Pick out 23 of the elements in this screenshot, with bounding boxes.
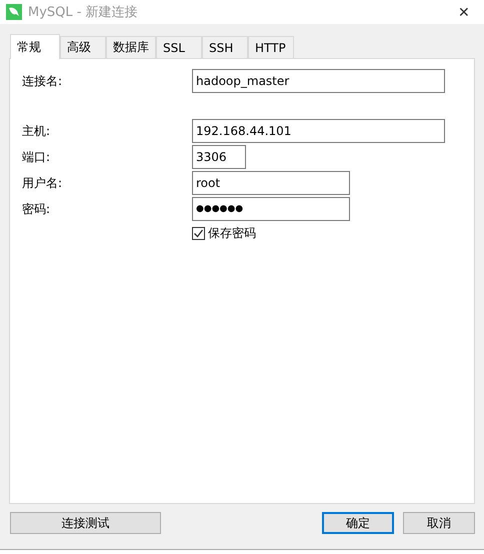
checkbox[interactable] [192, 227, 205, 240]
input-field[interactable]: root [192, 171, 350, 195]
input-field[interactable]: 192.168.44.101 [192, 119, 445, 143]
tab[interactable]: 常规 [10, 34, 60, 59]
tab[interactable]: HTTP [248, 36, 294, 58]
dialog-button[interactable]: 取消 [403, 512, 475, 534]
checkbox-label: 保存密码 [208, 225, 256, 242]
tab[interactable]: 数据库 [106, 36, 156, 58]
window-title: MySQL - 新建连接 [28, 4, 139, 21]
close-button[interactable]: ✕ [444, 0, 484, 24]
tab[interactable]: SSH [202, 36, 248, 58]
dialog-button[interactable]: 确定 [322, 512, 394, 534]
field-label: 密码: [21, 200, 52, 218]
tab[interactable]: SSL [156, 36, 202, 58]
field-label: 连接名: [21, 72, 64, 90]
input-field[interactable]: 3306 [192, 145, 246, 169]
field-label: 用户名: [21, 174, 64, 192]
tab[interactable]: 高级 [60, 36, 106, 58]
input-field[interactable]: hadoop_master [192, 69, 445, 93]
field-label: 主机: [21, 122, 52, 140]
input-field[interactable]: ●●●●●● [192, 197, 350, 221]
dialog-button[interactable]: 连接测试 [10, 512, 161, 534]
field-label: 端口: [21, 148, 52, 166]
